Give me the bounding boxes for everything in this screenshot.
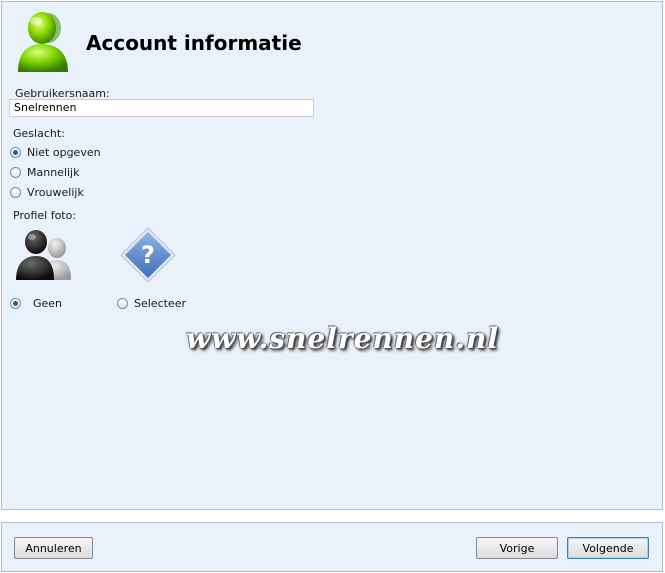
username-field[interactable] [9, 99, 314, 117]
page-title: Account informatie [86, 31, 302, 55]
back-button[interactable]: Vorige [476, 537, 558, 559]
photo-label: Profiel foto: [13, 209, 77, 222]
gender-option-label: Mannelijk [27, 165, 80, 179]
photo-option-selecteer[interactable]: Selecteer [117, 296, 186, 310]
watermark-text: www.snelrennen.nl [186, 322, 500, 355]
cancel-button[interactable]: Annuleren [14, 537, 93, 559]
radio-button[interactable] [10, 166, 21, 178]
photo-option-label: Geen [33, 296, 63, 310]
footer-bar [1, 522, 663, 572]
radio-button[interactable] [10, 186, 21, 198]
gender-option-mannelijk[interactable]: Mannelijk [10, 165, 79, 179]
user-avatar-icon [18, 12, 68, 72]
default-user-icon[interactable] [14, 228, 72, 282]
radio-button[interactable] [10, 297, 21, 309]
gender-option-label: Niet opgeven [27, 145, 101, 159]
gender-option-niet-opgeven[interactable]: Niet opgeven [10, 145, 101, 159]
gender-option-label: Vrouwelijk [27, 185, 84, 199]
photo-option-label: Selecteer [134, 296, 186, 310]
account-panel [1, 1, 663, 510]
radio-button[interactable] [10, 146, 21, 158]
next-button[interactable]: Volgende [567, 537, 649, 559]
gender-option-vrouwelijk[interactable]: Vrouwelijk [10, 185, 84, 199]
question-mark-icon[interactable]: ? [119, 226, 177, 284]
svg-text:?: ? [141, 241, 155, 269]
gender-label: Geslacht: [13, 127, 65, 140]
photo-option-geen[interactable]: Geen [10, 296, 62, 310]
radio-button[interactable] [117, 297, 128, 309]
